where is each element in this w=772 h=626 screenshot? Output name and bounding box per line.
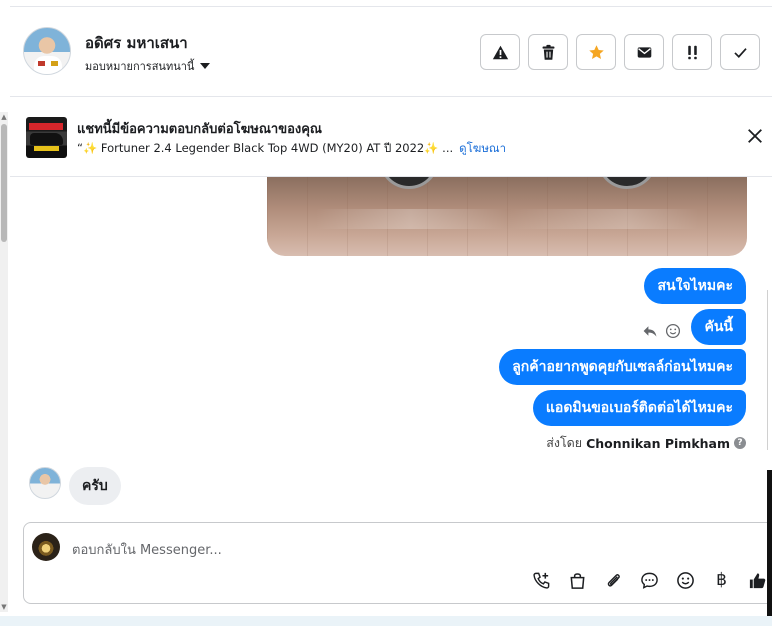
reply-composer[interactable]: ตอบกลับใน Messenger... ฿: [23, 522, 772, 604]
follow-up-button[interactable]: [672, 34, 712, 70]
ad-reply-banner: แชทนี้มีข้อความตอบกลับต่อโฆษณาของคุณ “✨ …: [10, 97, 772, 177]
report-spam-button[interactable]: [480, 34, 520, 70]
header-actions: [480, 34, 760, 70]
close-icon[interactable]: [746, 127, 764, 145]
message-hover-tools: [642, 323, 681, 339]
check-icon: [733, 47, 747, 58]
ad-banner-title: แชทนี้มีข้อความตอบกลับต่อโฆษณาของคุณ: [77, 122, 322, 137]
view-ad-link[interactable]: ดูโฆษณา: [459, 140, 506, 158]
page-avatar: [32, 533, 60, 561]
star-icon: [588, 44, 604, 59]
chat-bubble-icon[interactable]: [640, 571, 659, 590]
composer-toolbar: ฿: [532, 571, 767, 590]
outgoing-message[interactable]: ลูกค้าอยากพูดคุยกับเซลล์ก่อนไหมคะ: [499, 349, 746, 385]
help-icon[interactable]: ?: [734, 437, 746, 449]
reply-icon[interactable]: [642, 323, 658, 339]
sent-by-info: ส่งโดย Chonnikan Pimkham ?: [546, 433, 746, 453]
scroll-down-arrow-icon[interactable]: ▼: [0, 602, 8, 612]
mark-unread-button[interactable]: [624, 34, 664, 70]
mark-done-button[interactable]: [720, 34, 760, 70]
shared-car-photo[interactable]: [267, 177, 747, 256]
contact-avatar[interactable]: [23, 27, 71, 75]
ad-details: “✨ Fortuner 2.4 Legender Black Top 4WD (…: [77, 140, 506, 158]
sent-by-prefix: ส่งโดย: [546, 435, 583, 450]
contact-avatar-small[interactable]: [29, 467, 61, 499]
paperclip-icon[interactable]: [604, 571, 623, 590]
chevron-down-icon: [200, 63, 211, 69]
incoming-message[interactable]: ครับ: [69, 467, 121, 505]
conversation-header: อดิศร มหาเสนา มอบหมายการสนทนานี้: [10, 7, 772, 97]
react-smiley-icon[interactable]: [665, 323, 681, 339]
reply-input[interactable]: ตอบกลับใน Messenger...: [72, 539, 222, 560]
outgoing-message[interactable]: สนใจไหมคะ: [644, 268, 746, 304]
assign-conversation-dropdown[interactable]: มอบหมายการสนทนานี้: [85, 57, 211, 75]
trash-icon: [542, 44, 554, 60]
sent-by-name: Chonnikan Pimkham: [586, 435, 730, 451]
star-button[interactable]: [576, 34, 616, 70]
scrollbar-thumb[interactable]: [1, 124, 7, 242]
warning-icon: [492, 45, 508, 59]
ad-text: “✨ Fortuner 2.4 Legender Black Top 4WD (…: [77, 141, 454, 155]
contact-name[interactable]: อดิศร มหาเสนา: [85, 31, 188, 55]
emoji-icon[interactable]: [676, 571, 695, 590]
phone-add-icon[interactable]: [532, 571, 551, 590]
thumbs-up-icon[interactable]: [748, 571, 767, 590]
outgoing-message[interactable]: คันนี้: [691, 309, 746, 345]
right-edge-panel: [766, 290, 772, 626]
bottom-strip: [0, 616, 772, 626]
assign-label: มอบหมายการสนทนานี้: [85, 60, 195, 73]
envelope-icon: [637, 46, 651, 58]
page-scrollbar[interactable]: ▲ ▼: [0, 112, 8, 612]
payment-baht-icon[interactable]: ฿: [712, 571, 731, 590]
delete-button[interactable]: [528, 34, 568, 70]
ad-thumbnail[interactable]: [26, 117, 67, 158]
outgoing-message[interactable]: แอดมินขอเบอร์ติดต่อได้ไหมคะ: [532, 390, 746, 426]
scroll-up-arrow-icon[interactable]: ▲: [0, 112, 8, 122]
shopping-bag-icon[interactable]: [568, 571, 587, 590]
double-exclamation-icon: [687, 45, 697, 59]
